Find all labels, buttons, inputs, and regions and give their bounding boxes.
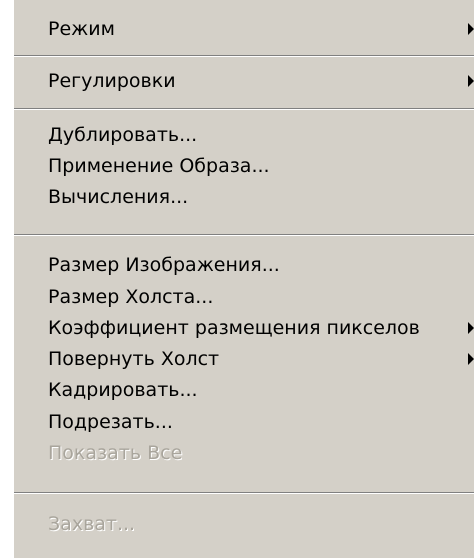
submenu-arrow-icon: [468, 322, 474, 334]
menu-item-calculations[interactable]: Вычисления...: [14, 179, 474, 215]
submenu-arrow-icon: [468, 23, 474, 35]
menu-item-mode[interactable]: Режим: [14, 11, 474, 47]
menu-item-reveal-all[interactable]: Показать Все: [14, 435, 474, 471]
menu-item-adjustments[interactable]: Регулировки: [14, 63, 474, 99]
menu-item-label: Размер Изображения...: [48, 254, 280, 276]
menu-separator: [14, 108, 474, 110]
submenu-arrow-icon: [468, 75, 474, 87]
menu-item-label: Захват...: [48, 513, 136, 535]
menu-separator: [14, 234, 474, 236]
menu-item-label: Регулировки: [48, 70, 176, 92]
context-menu: Режим Регулировки Дублировать... Примене…: [14, 0, 474, 558]
menu-item-label: Показать Все: [48, 442, 183, 464]
menu-item-label: Режим: [48, 18, 115, 40]
menu-item-image-size[interactable]: Размер Изображения...: [14, 247, 474, 283]
menu-item-trap[interactable]: Захват...: [14, 506, 474, 542]
menu-separator: [14, 55, 474, 57]
menu-item-label: Вычисления...: [48, 186, 189, 208]
menu-item-crop[interactable]: Кадрировать...: [14, 372, 474, 408]
menu-item-label: Кадрировать...: [48, 379, 198, 401]
submenu-arrow-icon: [468, 353, 474, 365]
menu-separator: [14, 492, 474, 494]
